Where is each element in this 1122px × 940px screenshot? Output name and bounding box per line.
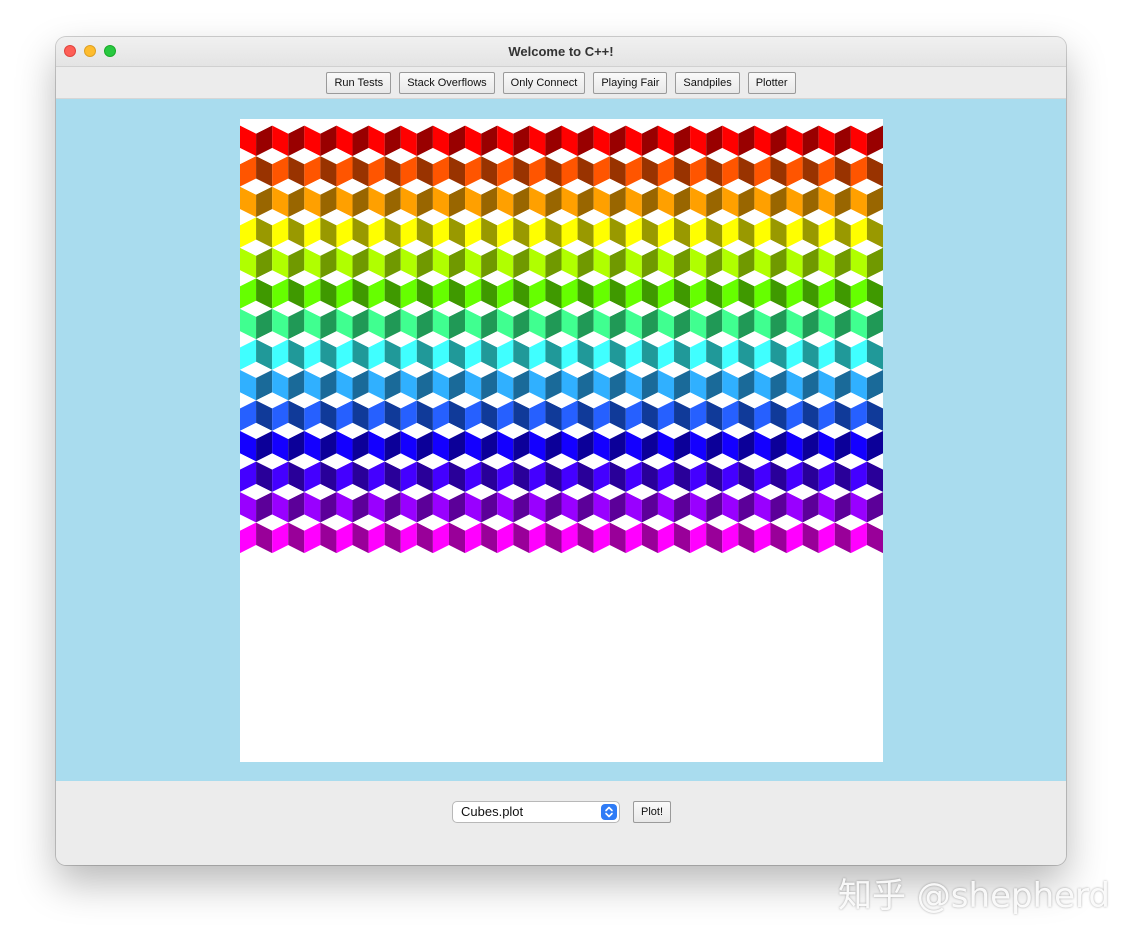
title-bar: Welcome to C++! — [56, 37, 1066, 67]
plot-canvas — [240, 119, 883, 762]
select-arrows-icon — [601, 804, 617, 820]
cubes-plot — [240, 119, 883, 554]
bottom-bar: Cubes.plot Plot! — [56, 781, 1066, 865]
run-tests-button[interactable]: Run Tests — [326, 71, 392, 94]
canvas-area — [56, 99, 1066, 781]
playing-fair-button[interactable]: Playing Fair — [593, 71, 668, 94]
plot-file-select[interactable]: Cubes.plot — [452, 801, 620, 823]
window-title: Welcome to C++! — [508, 44, 614, 59]
watermark-text: 知乎 @shepherd — [838, 876, 1110, 916]
only-connect-button[interactable]: Only Connect — [502, 71, 586, 94]
plotter-button[interactable]: Plotter — [747, 71, 796, 94]
toolbar: Run Tests Stack Overflows Only Connect P… — [56, 67, 1066, 99]
sandpiles-button[interactable]: Sandpiles — [675, 71, 740, 94]
app-window: Welcome to C++! Run Tests Stack Overflow… — [56, 37, 1066, 865]
plot-file-select-value: Cubes.plot — [461, 804, 524, 819]
stack-overflows-button[interactable]: Stack Overflows — [399, 71, 495, 94]
plot-button[interactable]: Plot! — [633, 801, 672, 823]
